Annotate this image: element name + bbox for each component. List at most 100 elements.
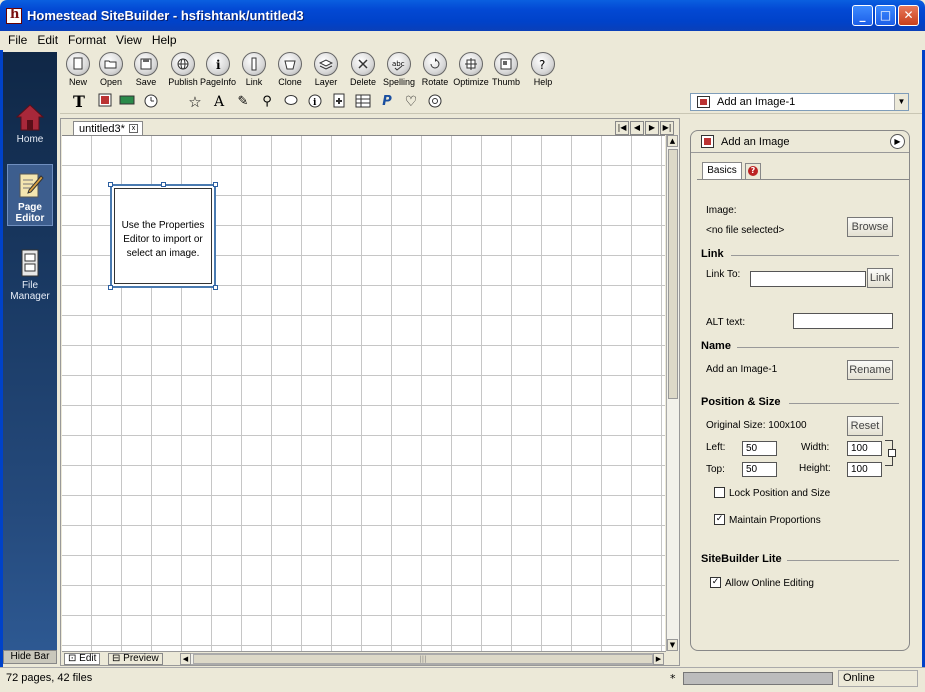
scroll-up-icon[interactable]: ▲ (667, 135, 678, 147)
at-sign-icon[interactable] (426, 93, 444, 111)
toolbar-label: PageInfo (200, 77, 237, 87)
page-info-button[interactable]: i PageInfo (200, 52, 236, 87)
properties-header: Add an Image ▶ (691, 131, 909, 153)
sidebar-item-home[interactable]: Home (3, 102, 57, 145)
magnifier-icon[interactable]: ⚲ (258, 93, 276, 111)
link-to-input[interactable] (750, 271, 866, 287)
rename-button[interactable]: Rename (847, 360, 893, 380)
left-label: Left: (706, 442, 726, 453)
maintain-proportions-checkbox[interactable]: ✓ (714, 514, 725, 525)
resize-handle[interactable] (108, 182, 113, 187)
publish-button[interactable]: Publish (165, 52, 201, 87)
insert-text-icon[interactable]: T (70, 93, 88, 111)
new-button[interactable]: New (60, 52, 96, 87)
prev-page-icon[interactable]: ◀ (630, 121, 644, 135)
last-page-icon[interactable]: ▶| (660, 121, 674, 135)
main-toolbar: New Open Save Publish i PageInfo Link Clo… (60, 50, 922, 90)
scroll-thumb[interactable]: ||| (193, 654, 653, 664)
optimize-button[interactable]: Optimize (453, 52, 489, 87)
table-icon[interactable] (354, 93, 372, 111)
image-placeholder[interactable]: Use the Properties Editor to import or s… (108, 182, 218, 290)
resize-handle[interactable] (161, 182, 166, 187)
delete-button[interactable]: Delete (345, 52, 381, 87)
scroll-thumb[interactable] (668, 149, 678, 399)
close-tab-icon[interactable]: x (129, 124, 138, 133)
help-tab-icon[interactable] (745, 163, 761, 179)
speech-bubble-icon[interactable] (282, 93, 300, 111)
browse-button[interactable]: Browse (847, 217, 893, 237)
scroll-left-icon[interactable]: ◀ (180, 653, 191, 665)
object-name-value: Add an Image-1 (706, 364, 778, 375)
maximize-button[interactable]: □ (875, 5, 896, 26)
resize-handle[interactable] (213, 182, 218, 187)
scroll-down-icon[interactable]: ▼ (667, 639, 678, 651)
thumb-button[interactable]: Thumb (488, 52, 524, 87)
page-editor-icon (19, 173, 44, 198)
link-button[interactable]: Link (236, 52, 272, 87)
hide-bar-button[interactable]: Hide Bar (3, 650, 57, 664)
status-pages: 72 pages, 42 files (6, 672, 93, 684)
menu-file[interactable]: File (3, 31, 32, 47)
arrow-right-circle-icon[interactable]: ▶ (890, 134, 905, 149)
tab-preview[interactable]: ⊟ Preview (108, 653, 163, 665)
lock-position-checkbox[interactable] (714, 487, 725, 498)
spelling-button[interactable]: abc Spelling (381, 52, 417, 87)
chevron-down-icon[interactable]: ▼ (894, 94, 908, 110)
status-marker: * (670, 672, 676, 685)
minimize-button[interactable]: _ (852, 5, 873, 26)
document-tab[interactable]: untitled3* x (73, 121, 143, 136)
add-page-icon[interactable] (330, 93, 348, 111)
menu-edit[interactable]: Edit (32, 31, 63, 47)
object-select-dropdown[interactable]: Add an Image-1 ▼ (690, 93, 909, 111)
heart-icon[interactable]: ♡ (402, 93, 420, 111)
paypal-icon[interactable]: P (378, 93, 396, 111)
vertical-scrollbar[interactable]: ▲ ▼ (666, 135, 679, 651)
resize-handle[interactable] (213, 285, 218, 290)
next-page-icon[interactable]: ▶ (645, 121, 659, 135)
rotate-button[interactable]: Rotate (417, 52, 453, 87)
divider (737, 347, 899, 348)
horizontal-scrollbar[interactable]: ◀ ||| ▶ (180, 653, 664, 665)
height-input[interactable]: 100 (847, 462, 882, 477)
width-input[interactable]: 100 (847, 441, 882, 456)
close-button[interactable]: ✕ (898, 5, 919, 26)
sidebar-item-file-manager[interactable]: File Manager (3, 248, 57, 302)
help-button[interactable]: ? Help (525, 52, 561, 87)
resize-handle[interactable] (108, 285, 113, 290)
reset-button[interactable]: Reset (847, 416, 883, 436)
link-button[interactable]: Link (867, 268, 893, 288)
window-title: Homestead SiteBuilder - hsfishtank/untit… (27, 8, 304, 23)
info-circle-icon[interactable]: i (306, 93, 324, 111)
save-button[interactable]: Save (128, 52, 164, 87)
tab-edit[interactable]: ⊡ Edit (64, 653, 101, 665)
name-section-title: Name (701, 340, 731, 352)
clone-button[interactable]: Clone (272, 52, 308, 87)
thumbnail-icon (494, 52, 518, 76)
lock-icon[interactable] (888, 449, 896, 457)
star-icon[interactable]: ☆ (186, 93, 204, 111)
insert-shape-icon[interactable] (118, 93, 136, 111)
first-page-icon[interactable]: |◀ (615, 121, 629, 135)
alt-text-input[interactable] (793, 313, 893, 329)
tab-basics[interactable]: Basics (702, 162, 742, 179)
insert-clock-icon[interactable] (142, 93, 160, 111)
insert-image-icon[interactable] (96, 93, 114, 111)
status-bar: 72 pages, 42 files * Online (0, 667, 925, 692)
text-style-icon[interactable]: A (210, 93, 228, 111)
menu-view[interactable]: View (111, 31, 147, 47)
page-canvas[interactable]: Use the Properties Editor to import or s… (62, 135, 665, 651)
left-input[interactable]: 50 (742, 441, 777, 456)
open-button[interactable]: Open (93, 52, 129, 87)
maintain-proportions-label: Maintain Proportions (729, 515, 821, 526)
toolbar-label: Open (99, 77, 123, 87)
brush-icon[interactable]: ✎ (234, 93, 252, 111)
top-input[interactable]: 50 (742, 462, 777, 477)
menu-help[interactable]: Help (147, 31, 182, 47)
sidebar-item-page-editor[interactable]: Page Editor (3, 170, 57, 224)
menu-format[interactable]: Format (63, 31, 111, 47)
app-icon[interactable] (6, 7, 22, 24)
scroll-right-icon[interactable]: ▶ (653, 653, 664, 665)
allow-online-editing-checkbox[interactable]: ✓ (710, 577, 721, 588)
layer-button[interactable]: Layer (308, 52, 344, 87)
page-navigation: |◀ ◀ ▶ ▶| (615, 121, 679, 135)
